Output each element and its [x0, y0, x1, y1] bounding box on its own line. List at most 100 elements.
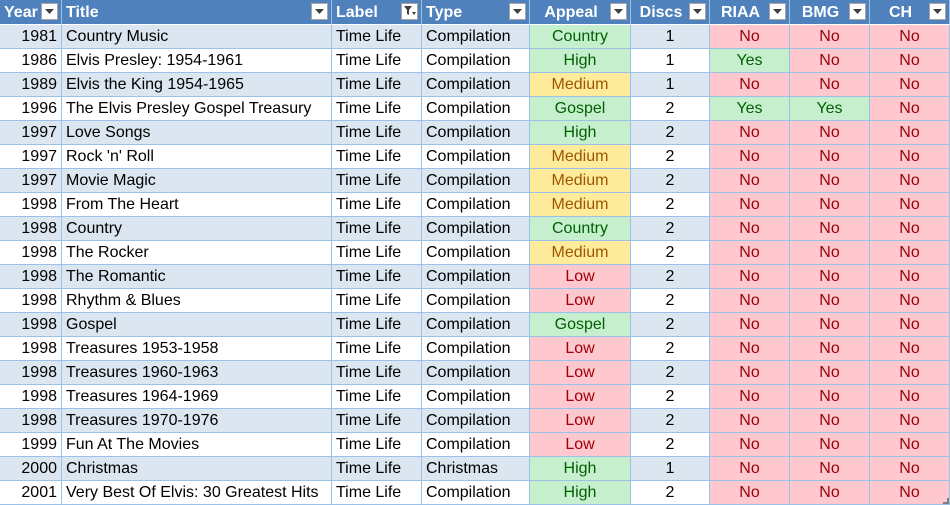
cell-ch[interactable]: No: [870, 25, 950, 49]
cell-label[interactable]: Time Life: [332, 457, 422, 481]
cell-appeal[interactable]: Medium: [530, 73, 631, 97]
cell-bmg[interactable]: No: [790, 217, 870, 241]
cell-bmg[interactable]: No: [790, 121, 870, 145]
header-type[interactable]: Type: [422, 0, 530, 25]
cell-title[interactable]: Rhythm & Blues: [62, 289, 332, 313]
cell-ch[interactable]: No: [870, 433, 950, 457]
cell-type[interactable]: Compilation: [422, 337, 530, 361]
cell-ch[interactable]: No: [870, 313, 950, 337]
cell-type[interactable]: Compilation: [422, 145, 530, 169]
cell-bmg[interactable]: No: [790, 49, 870, 73]
cell-appeal[interactable]: High: [530, 481, 631, 505]
cell-title[interactable]: Very Best Of Elvis: 30 Greatest Hits: [62, 481, 332, 505]
header-year[interactable]: Year: [0, 0, 62, 25]
cell-title[interactable]: Fun At The Movies: [62, 433, 332, 457]
cell-riaa[interactable]: No: [710, 337, 790, 361]
cell-riaa[interactable]: No: [710, 481, 790, 505]
cell-bmg[interactable]: No: [790, 193, 870, 217]
cell-bmg[interactable]: No: [790, 241, 870, 265]
cell-year[interactable]: 1998: [0, 313, 62, 337]
cell-riaa[interactable]: No: [710, 241, 790, 265]
cell-bmg[interactable]: No: [790, 457, 870, 481]
cell-label[interactable]: Time Life: [332, 145, 422, 169]
cell-type[interactable]: Compilation: [422, 169, 530, 193]
cell-title[interactable]: Elvis Presley: 1954-1961: [62, 49, 332, 73]
cell-label[interactable]: Time Life: [332, 433, 422, 457]
filter-type-button[interactable]: [509, 3, 526, 20]
cell-bmg[interactable]: No: [790, 481, 870, 505]
cell-ch[interactable]: No: [870, 457, 950, 481]
cell-riaa[interactable]: No: [710, 73, 790, 97]
cell-discs[interactable]: 2: [631, 193, 710, 217]
cell-type[interactable]: Compilation: [422, 265, 530, 289]
cell-type[interactable]: Compilation: [422, 361, 530, 385]
cell-riaa[interactable]: No: [710, 289, 790, 313]
cell-discs[interactable]: 2: [631, 481, 710, 505]
cell-label[interactable]: Time Life: [332, 121, 422, 145]
cell-discs[interactable]: 2: [631, 241, 710, 265]
cell-label[interactable]: Time Life: [332, 25, 422, 49]
cell-title[interactable]: Treasures 1960-1963: [62, 361, 332, 385]
cell-discs[interactable]: 1: [631, 49, 710, 73]
cell-title[interactable]: Christmas: [62, 457, 332, 481]
cell-label[interactable]: Time Life: [332, 73, 422, 97]
cell-title[interactable]: Elvis the King 1954-1965: [62, 73, 332, 97]
cell-ch[interactable]: No: [870, 265, 950, 289]
cell-type[interactable]: Compilation: [422, 25, 530, 49]
header-ch[interactable]: CH: [870, 0, 950, 25]
cell-year[interactable]: 1998: [0, 265, 62, 289]
cell-bmg[interactable]: No: [790, 409, 870, 433]
cell-title[interactable]: From The Heart: [62, 193, 332, 217]
cell-bmg[interactable]: No: [790, 313, 870, 337]
cell-type[interactable]: Christmas: [422, 457, 530, 481]
cell-appeal[interactable]: Gospel: [530, 97, 631, 121]
cell-type[interactable]: Compilation: [422, 289, 530, 313]
cell-label[interactable]: Time Life: [332, 385, 422, 409]
cell-discs[interactable]: 2: [631, 169, 710, 193]
cell-ch[interactable]: No: [870, 217, 950, 241]
cell-label[interactable]: Time Life: [332, 361, 422, 385]
cell-appeal[interactable]: Medium: [530, 169, 631, 193]
cell-discs[interactable]: 2: [631, 145, 710, 169]
cell-ch[interactable]: No: [870, 385, 950, 409]
cell-year[interactable]: 1981: [0, 25, 62, 49]
cell-title[interactable]: Rock 'n' Roll: [62, 145, 332, 169]
cell-title[interactable]: Country: [62, 217, 332, 241]
cell-bmg[interactable]: No: [790, 145, 870, 169]
cell-label[interactable]: Time Life: [332, 97, 422, 121]
cell-type[interactable]: Compilation: [422, 73, 530, 97]
cell-year[interactable]: 1998: [0, 337, 62, 361]
cell-year[interactable]: 1997: [0, 169, 62, 193]
cell-ch[interactable]: No: [870, 361, 950, 385]
cell-title[interactable]: The Romantic: [62, 265, 332, 289]
cell-appeal[interactable]: High: [530, 457, 631, 481]
cell-title[interactable]: Country Music: [62, 25, 332, 49]
cell-ch[interactable]: No: [870, 481, 950, 505]
cell-label[interactable]: Time Life: [332, 217, 422, 241]
cell-label[interactable]: Time Life: [332, 169, 422, 193]
cell-ch[interactable]: No: [870, 73, 950, 97]
header-bmg[interactable]: BMG: [790, 0, 870, 25]
cell-discs[interactable]: 2: [631, 433, 710, 457]
cell-year[interactable]: 1996: [0, 97, 62, 121]
cell-title[interactable]: Love Songs: [62, 121, 332, 145]
cell-appeal[interactable]: Country: [530, 25, 631, 49]
cell-appeal[interactable]: Low: [530, 409, 631, 433]
cell-discs[interactable]: 2: [631, 313, 710, 337]
cell-discs[interactable]: 2: [631, 289, 710, 313]
cell-type[interactable]: Compilation: [422, 433, 530, 457]
filter-appeal-button[interactable]: [610, 3, 627, 20]
cell-appeal[interactable]: High: [530, 49, 631, 73]
cell-year[interactable]: 1998: [0, 361, 62, 385]
cell-bmg[interactable]: No: [790, 25, 870, 49]
cell-label[interactable]: Time Life: [332, 241, 422, 265]
cell-appeal[interactable]: Country: [530, 217, 631, 241]
cell-label[interactable]: Time Life: [332, 289, 422, 313]
cell-ch[interactable]: No: [870, 169, 950, 193]
header-appeal[interactable]: Appeal: [530, 0, 631, 25]
cell-discs[interactable]: 1: [631, 25, 710, 49]
cell-appeal[interactable]: Low: [530, 385, 631, 409]
header-label[interactable]: Label: [332, 0, 422, 25]
cell-discs[interactable]: 2: [631, 409, 710, 433]
filter-bmg-button[interactable]: [849, 3, 866, 20]
